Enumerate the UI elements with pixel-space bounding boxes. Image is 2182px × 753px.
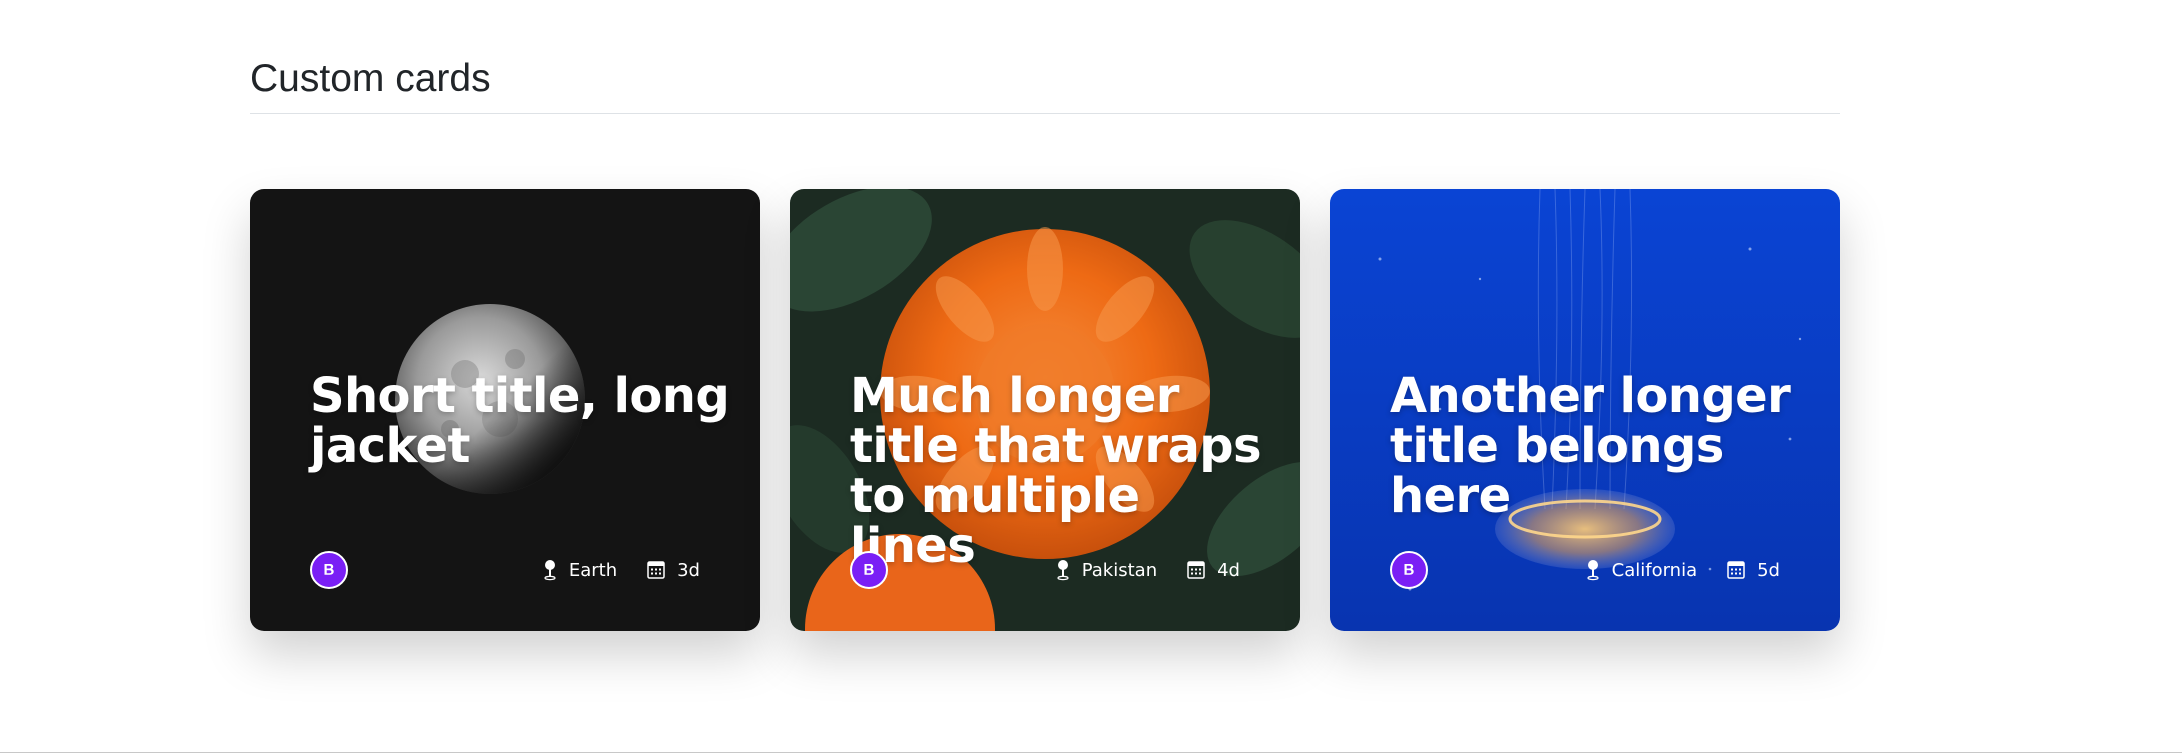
card-title[interactable]: Much longer title that wraps to multiple… xyxy=(850,371,1270,571)
date-meta: 5d xyxy=(1727,560,1780,581)
bootstrap-logo-icon[interactable] xyxy=(310,551,348,589)
date-text: 3d xyxy=(677,559,700,581)
custom-cards-section: Custom cards xyxy=(250,56,1840,114)
card-moon[interactable]: Short title, long jacket Earth 3d xyxy=(250,189,760,631)
calendar-icon xyxy=(1187,561,1205,579)
card-footer: Pakistan 4d xyxy=(850,549,1240,591)
date-text: 5d xyxy=(1757,559,1780,581)
card-list: Short title, long jacket Earth 3d Much l… xyxy=(250,189,1840,631)
geo-pin-icon xyxy=(543,559,557,581)
section-title: Custom cards xyxy=(250,56,1840,114)
card-meta: Earth 3d xyxy=(543,559,700,581)
date-meta: 4d xyxy=(1187,560,1240,581)
geo-pin-icon xyxy=(1586,559,1600,581)
card-meta: Pakistan 4d xyxy=(1056,559,1240,581)
card-title[interactable]: Another longer title belongs here xyxy=(1390,371,1810,521)
card-jellyfish[interactable]: Another longer title belongs here Califo… xyxy=(1330,189,1840,631)
location-text: California xyxy=(1611,559,1698,581)
card-footer: Earth 3d xyxy=(310,549,700,591)
location-meta: Earth xyxy=(543,559,617,581)
card-title[interactable]: Short title, long jacket xyxy=(310,371,730,471)
bootstrap-logo-icon[interactable] xyxy=(1390,551,1428,589)
bootstrap-logo-icon[interactable] xyxy=(850,551,888,589)
location-meta: California xyxy=(1586,559,1697,581)
location-text: Pakistan xyxy=(1081,559,1158,581)
date-text: 4d xyxy=(1217,559,1240,581)
date-meta: 3d xyxy=(647,560,700,581)
calendar-icon xyxy=(647,561,665,579)
geo-pin-icon xyxy=(1056,559,1070,581)
card-flower[interactable]: Much longer title that wraps to multiple… xyxy=(790,189,1300,631)
card-footer: California 5d xyxy=(1390,549,1780,591)
card-meta: California 5d xyxy=(1586,559,1780,581)
location-text: Earth xyxy=(568,559,618,581)
calendar-icon xyxy=(1727,561,1745,579)
location-meta: Pakistan xyxy=(1056,559,1157,581)
